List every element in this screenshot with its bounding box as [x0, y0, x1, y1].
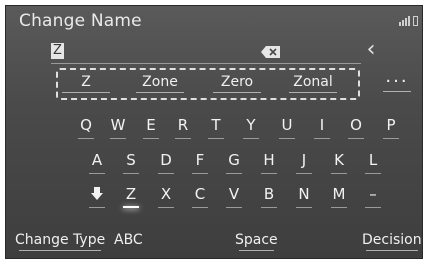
- key-z[interactable]: Z: [117, 182, 145, 208]
- signal-icon: [399, 22, 401, 26]
- key-f[interactable]: F: [186, 148, 214, 174]
- key-dash[interactable]: –: [359, 182, 387, 208]
- name-edit-screen: Change Name Z ‹ Z Zone Zero Zonal ... Q …: [5, 5, 423, 259]
- name-input-value: Z: [51, 43, 64, 59]
- key-p[interactable]: P: [377, 113, 405, 139]
- key-c[interactable]: C: [186, 182, 214, 208]
- backspace-icon: [261, 46, 280, 58]
- chevron-left-icon: ‹: [366, 37, 376, 62]
- more-suggestions-button[interactable]: ...: [381, 68, 413, 92]
- key-i[interactable]: I: [308, 113, 336, 139]
- key-u[interactable]: U: [273, 113, 301, 139]
- input-mode-label: ABC: [114, 232, 143, 248]
- back-button[interactable]: ‹: [360, 39, 382, 63]
- shift-key[interactable]: [83, 182, 111, 208]
- key-w[interactable]: W: [104, 113, 132, 139]
- suggestion-item[interactable]: Zonal: [283, 74, 343, 93]
- key-x[interactable]: X: [152, 182, 180, 208]
- name-input-field[interactable]: Z: [51, 43, 361, 64]
- backspace-button[interactable]: [260, 44, 282, 58]
- key-l[interactable]: L: [359, 148, 387, 174]
- key-q[interactable]: Q: [72, 113, 100, 139]
- key-n[interactable]: N: [290, 182, 318, 208]
- key-y[interactable]: Y: [237, 113, 265, 139]
- key-b[interactable]: B: [255, 182, 283, 208]
- key-g[interactable]: G: [220, 148, 248, 174]
- space-button[interactable]: Space: [235, 232, 278, 251]
- key-t[interactable]: T: [202, 113, 230, 139]
- page-title: Change Name: [19, 11, 142, 31]
- key-a[interactable]: A: [83, 148, 111, 174]
- key-o[interactable]: O: [342, 113, 370, 139]
- signal-icon-bar: [408, 16, 410, 26]
- decision-button[interactable]: Decision: [362, 232, 422, 251]
- key-j[interactable]: J: [290, 148, 318, 174]
- suggestion-item[interactable]: Zone: [130, 74, 190, 93]
- status-indicators: [399, 14, 419, 26]
- key-s[interactable]: S: [117, 148, 145, 174]
- signal-icon-bar: [405, 18, 407, 26]
- signal-icon-bar: [402, 20, 404, 26]
- key-m[interactable]: M: [325, 182, 353, 208]
- key-d[interactable]: D: [152, 148, 180, 174]
- key-r[interactable]: R: [169, 113, 197, 139]
- key-k[interactable]: K: [325, 148, 353, 174]
- battery-icon: [413, 16, 418, 26]
- key-v[interactable]: V: [220, 182, 248, 208]
- suggestion-item[interactable]: Z: [56, 74, 116, 93]
- key-e[interactable]: E: [137, 113, 165, 139]
- down-arrow-icon: [91, 187, 103, 200]
- suggestion-item[interactable]: Zero: [207, 74, 267, 93]
- key-h[interactable]: H: [255, 148, 283, 174]
- change-type-button[interactable]: Change Type: [15, 232, 105, 251]
